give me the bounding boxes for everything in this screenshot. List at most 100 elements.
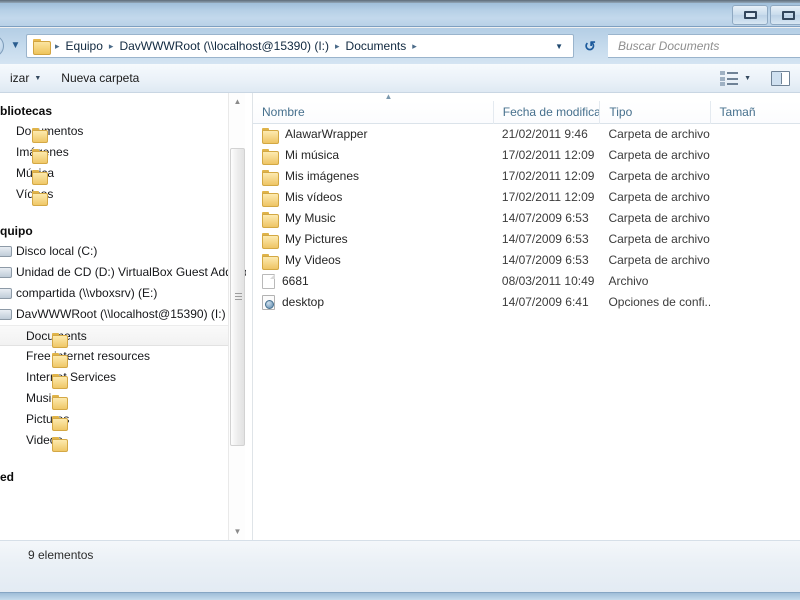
table-row[interactable]: Mis vídeos 17/02/2011 12:09 Carpeta de arc… xyxy=(253,187,800,208)
sidebar-item-videos[interactable]: Videos xyxy=(0,430,232,451)
scroll-up-icon[interactable]: ▲ xyxy=(229,93,246,110)
sidebar-item-disco-local-c[interactable]: Disco local (C:) xyxy=(0,241,232,262)
breadcrumb-separator: ▸ xyxy=(108,40,114,51)
computer-header[interactable]: quipo xyxy=(0,221,232,241)
file-name-label: Mis imágenes xyxy=(285,169,360,183)
column-headers: Nombre Fecha de modifica... Tipo Tamañ xyxy=(253,100,800,124)
restore-button[interactable] xyxy=(732,5,768,25)
file-type-cell: Carpeta de archivos xyxy=(608,127,710,141)
back-arrow-icon[interactable]: ▶ xyxy=(0,568,8,584)
file-type-cell: Carpeta de archivos xyxy=(608,232,710,246)
file-date-cell: 08/03/2011 10:49 xyxy=(501,274,595,288)
new-folder-label: Nueva carpeta xyxy=(61,71,140,85)
file-date-cell: 14/07/2009 6:53 xyxy=(501,211,589,225)
refresh-icon[interactable]: ↺ xyxy=(578,34,602,58)
file-name-cell: Mi música xyxy=(253,145,493,166)
file-type-cell: Carpeta de archivos xyxy=(608,148,710,162)
sidebar-item-unidad-de-cd-d-virtualbox-guest-additio[interactable]: Unidad de CD (D:) VirtualBox Guest Addit… xyxy=(0,262,246,283)
file-size-cell xyxy=(710,292,800,313)
sidebar-item-internet-services[interactable]: Internet Services xyxy=(0,367,232,388)
file-size-cell xyxy=(710,250,800,271)
sidebar-item-music[interactable]: Music xyxy=(0,388,232,409)
drive-icon xyxy=(0,288,12,299)
file-name-cell: desktop xyxy=(253,292,493,313)
file-name-label: desktop xyxy=(282,295,325,309)
breadcrumb-separator: ▸ xyxy=(412,40,417,51)
file-size-cell xyxy=(710,145,800,166)
sidebar-group: ed xyxy=(0,467,232,487)
file-list-pane: ▲ Nombre Fecha de modifica... Tipo Tamañ… xyxy=(253,93,800,540)
sidebar-item-pictures[interactable]: Pictures xyxy=(0,409,232,430)
sidebar-scrollbar[interactable]: ▲ ▼ xyxy=(228,93,245,540)
sidebar-group: bliotecas Documentos Imágenes Música Vídeos xyxy=(0,101,232,205)
pane-splitter[interactable] xyxy=(246,93,253,540)
file-date-cell: 17/02/2011 12:09 xyxy=(501,148,595,162)
table-row[interactable]: desktop 14/07/2009 6:41 Opciones de confi.… xyxy=(253,292,800,313)
file-type-cell: Opciones de confi... xyxy=(608,295,710,309)
folder-icon xyxy=(262,127,279,144)
breadcrumb-item-documents[interactable]: Documents xyxy=(343,38,410,54)
sidebar-item-compartida-vboxsrv-e[interactable]: compartida (\\vboxsrv) (E:) xyxy=(0,283,232,304)
breadcrumb-item-equipo[interactable]: Equipo xyxy=(63,38,106,54)
sidebar-item-label: Unidad de CD (D:) VirtualBox Guest Addit… xyxy=(16,265,246,279)
libraries-header[interactable]: bliotecas xyxy=(0,101,232,121)
restore-icon xyxy=(743,11,757,19)
column-header-fecha[interactable]: Fecha de modifica... xyxy=(492,100,599,124)
search-input[interactable]: Buscar Documents xyxy=(608,34,800,58)
item-count-label: 9 elementos xyxy=(28,548,94,562)
preview-pane-button[interactable] xyxy=(761,67,800,90)
table-row[interactable]: My Pictures 14/07/2009 6:53 Carpeta de arc… xyxy=(253,229,800,250)
close-icon xyxy=(781,10,795,20)
view-options-icon xyxy=(720,70,739,86)
file-name-label: My Music xyxy=(285,211,336,225)
file-size-cell xyxy=(710,271,800,292)
network-header[interactable]: ed xyxy=(0,467,232,487)
back-button[interactable] xyxy=(0,35,4,57)
title-bar xyxy=(0,0,800,27)
sidebar-item-documents[interactable]: Documents xyxy=(0,325,232,346)
sidebar-item-free-internet-resources[interactable]: Free internet resources xyxy=(0,346,232,367)
folder-icon xyxy=(262,190,279,207)
scrollbar-thumb[interactable] xyxy=(230,148,245,446)
folder-icon xyxy=(262,169,279,186)
table-row[interactable]: 6681 08/03/2011 10:49 Archivo xyxy=(253,271,800,292)
sidebar-item-im-genes[interactable]: Imágenes xyxy=(0,142,232,163)
table-row[interactable]: My Videos 14/07/2009 6:53 Carpeta de archi… xyxy=(253,250,800,271)
recent-locations-chevron-icon[interactable]: ▼ xyxy=(9,40,22,53)
file-name-label: Mi música xyxy=(285,148,340,162)
close-button[interactable] xyxy=(770,5,800,25)
table-row[interactable]: Mi música 17/02/2011 12:09 Carpeta de arch… xyxy=(253,145,800,166)
view-options-button[interactable]: ▼ xyxy=(710,67,761,90)
command-toolbar: izar ▼ Nueva carpeta ▼ xyxy=(0,64,800,93)
sidebar-item-documentos[interactable]: Documentos xyxy=(0,121,232,142)
file-size-cell xyxy=(710,229,800,250)
file-size-cell xyxy=(710,124,800,145)
sidebar-item-label: Disco local (C:) xyxy=(16,244,98,258)
sidebar-item-label: Internet Services xyxy=(26,370,117,384)
scroll-down-icon[interactable]: ▼ xyxy=(229,523,246,540)
sidebar-item-m-sica[interactable]: Música xyxy=(0,163,232,184)
table-row[interactable]: My Music 14/07/2009 6:53 Carpeta de archiv… xyxy=(253,208,800,229)
breadcrumb-item-davwwwroot[interactable]: DavWWWRoot (\\localhost@15390) (I:) xyxy=(116,38,332,54)
file-size-cell xyxy=(710,166,800,187)
column-header-tipo[interactable]: Tipo xyxy=(599,100,709,124)
column-header-nombre[interactable]: Nombre xyxy=(253,101,493,124)
sidebar-group-spacer xyxy=(0,207,232,221)
sidebar-item-davwwwroot-localhost-15390-i[interactable]: DavWWWRoot (\\localhost@15390) (I:) xyxy=(0,304,232,325)
table-row[interactable]: Mis imágenes 17/02/2011 12:09 Carpeta de a… xyxy=(253,166,800,187)
new-folder-button[interactable]: Nueva carpeta xyxy=(51,67,149,89)
sidebar-item-v-deos[interactable]: Vídeos xyxy=(0,184,232,205)
file-type-cell: Carpeta de archivos xyxy=(608,190,710,204)
file-name-cell: 6681 xyxy=(253,271,493,292)
file-name-label: My Pictures xyxy=(285,232,348,246)
file-type-cell: Archivo xyxy=(608,274,649,288)
chevron-down-icon[interactable]: ▼ xyxy=(551,42,571,51)
organize-button[interactable]: izar ▼ xyxy=(0,67,51,89)
column-header-tamano[interactable]: Tamañ xyxy=(709,100,800,124)
file-rows: AlawarWrapper 21/02/2011 9:46 Carpeta de a… xyxy=(253,124,800,313)
address-bar[interactable]: ▸ Equipo ▸ DavWWWRoot (\\localhost@15390… xyxy=(26,34,574,58)
sidebar-item-label: compartida (\\vboxsrv) (E:) xyxy=(16,286,158,300)
table-row[interactable]: AlawarWrapper 21/02/2011 9:46 Carpeta de a… xyxy=(253,124,800,145)
sidebar-group: quipo Disco local (C:) Unidad de CD (D:) V… xyxy=(0,221,246,451)
breadcrumb-separator: ▸ xyxy=(55,40,60,51)
